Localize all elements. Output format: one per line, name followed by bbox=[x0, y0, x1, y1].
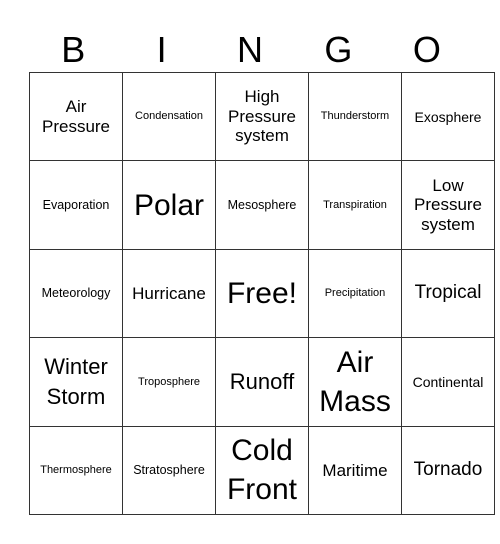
header-letter-n: N bbox=[237, 29, 264, 70]
bingo-card: Air Pressure Condensation High Pressure … bbox=[29, 71, 495, 516]
bingo-cell[interactable]: Exosphere bbox=[401, 71, 495, 162]
bingo-row: Air Pressure Condensation High Pressure … bbox=[29, 71, 495, 162]
bingo-cell[interactable]: Thunderstorm bbox=[308, 71, 402, 162]
bingo-cell[interactable]: Meteorology bbox=[29, 248, 123, 339]
bingo-cell[interactable]: Condensation bbox=[122, 71, 216, 162]
free-space[interactable]: Free! bbox=[215, 248, 309, 339]
header-letter-b: B bbox=[61, 29, 86, 70]
bingo-cell[interactable]: Maritime bbox=[308, 425, 402, 516]
header-letter-g: G bbox=[324, 29, 353, 70]
bingo-row: Meteorology Hurricane Free! Precipitatio… bbox=[29, 248, 495, 339]
bingo-cell[interactable]: Stratosphere bbox=[122, 425, 216, 516]
bingo-row: Evaporation Polar Mesosphere Transpirati… bbox=[29, 160, 495, 250]
bingo-header: B I N G O bbox=[29, 28, 471, 72]
header-letter-i: I bbox=[156, 29, 167, 70]
bingo-cell[interactable]: Hurricane bbox=[122, 248, 216, 339]
header-letter-o: O bbox=[412, 29, 441, 70]
bingo-cell[interactable]: Tropical bbox=[401, 248, 495, 339]
bingo-cell[interactable]: Evaporation bbox=[29, 160, 123, 250]
bingo-cell[interactable]: Transpiration bbox=[308, 160, 402, 250]
bingo-cell[interactable]: Tornado bbox=[401, 425, 495, 516]
bingo-cell[interactable]: Thermosphere bbox=[29, 425, 123, 516]
bingo-cell[interactable]: Air Pressure bbox=[29, 71, 123, 162]
bingo-row: Winter Storm Troposphere Runoff Air Mass… bbox=[29, 337, 495, 427]
bingo-cell[interactable]: Polar bbox=[122, 160, 216, 250]
bingo-row: Thermosphere Stratosphere Cold Front Mar… bbox=[29, 425, 495, 516]
bingo-cell[interactable]: Continental bbox=[401, 337, 495, 427]
bingo-cell[interactable]: High Pressure system bbox=[215, 71, 309, 162]
bingo-cell[interactable]: Mesosphere bbox=[215, 160, 309, 250]
bingo-cell[interactable]: Low Pressure system bbox=[401, 160, 495, 250]
bingo-cell[interactable]: Runoff bbox=[215, 337, 309, 427]
bingo-cell[interactable]: Air Mass bbox=[308, 337, 402, 427]
bingo-cell[interactable]: Winter Storm bbox=[29, 337, 123, 427]
bingo-cell[interactable]: Troposphere bbox=[122, 337, 216, 427]
bingo-cell[interactable]: Precipitation bbox=[308, 248, 402, 339]
bingo-cell[interactable]: Cold Front bbox=[215, 425, 309, 516]
